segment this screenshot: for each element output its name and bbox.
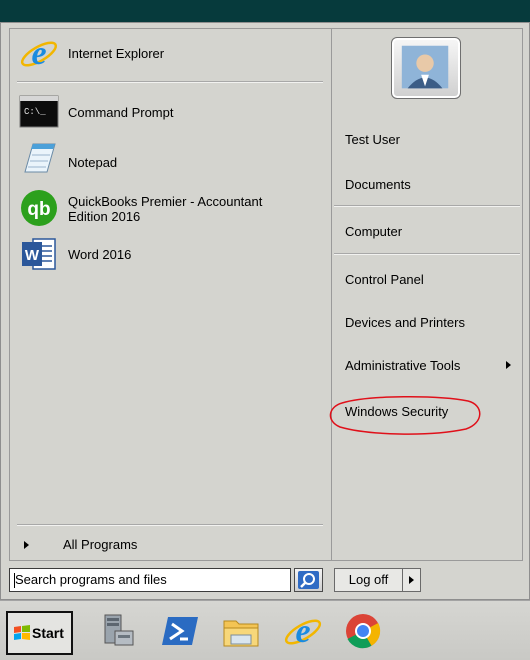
triangle-right-icon [409, 576, 414, 584]
powershell-icon[interactable] [160, 611, 200, 651]
pinned-notepad[interactable]: Notepad [10, 134, 330, 182]
test-user-link[interactable]: Test User [345, 132, 400, 148]
pinned-label: QuickBooks Premier - Accountant Edition … [68, 194, 263, 224]
pinned-label: Internet Explorer [68, 46, 165, 61]
chrome-icon[interactable] [343, 611, 383, 651]
highlight-circle [329, 396, 481, 435]
documents-link[interactable]: Documents [345, 177, 411, 193]
svg-text:qb: qb [27, 199, 50, 220]
pinned-internet-explorer[interactable]: e Internet Explorer [10, 31, 330, 75]
search-button[interactable] [294, 568, 323, 592]
pinned-command-prompt[interactable]: C:\_ Command Prompt [10, 90, 330, 134]
user-icon [401, 45, 449, 89]
pinned-label: Word 2016 [68, 247, 132, 262]
devices-and-printers-link[interactable]: Devices and Printers [345, 315, 465, 331]
taskbar: Start e [0, 600, 530, 660]
start-button[interactable]: Start [6, 611, 73, 655]
administrative-tools-link[interactable]: Administrative Tools [332, 349, 521, 385]
internet-explorer-icon[interactable]: e [283, 611, 323, 651]
divider [334, 206, 520, 207]
computer-link[interactable]: Computer [345, 224, 402, 240]
file-explorer-icon[interactable] [221, 611, 261, 651]
all-programs-button[interactable]: All Programs [10, 533, 330, 557]
top-bar [0, 0, 530, 22]
user-avatar[interactable] [391, 37, 461, 99]
svg-text:W: W [25, 247, 40, 264]
pinned-label: Command Prompt [68, 105, 174, 120]
server-manager-icon[interactable] [97, 611, 137, 651]
submenu-arrow-icon [506, 361, 511, 369]
all-programs-label: All Programs [63, 537, 138, 552]
start-menu: e Internet Explorer C:\_ Command Prompt [0, 22, 530, 600]
pinned-word[interactable]: W Word 2016 [10, 232, 330, 276]
svg-text:C:\_: C:\_ [24, 107, 46, 117]
command-prompt-icon: C:\_ [19, 95, 59, 128]
quickbooks-icon: qb [21, 190, 57, 226]
divider [17, 525, 323, 526]
windows-logo-icon [14, 625, 30, 640]
pinned-quickbooks[interactable]: qb QuickBooks Premier - Accountant Editi… [10, 182, 330, 230]
shutdown-options-button[interactable] [403, 568, 421, 592]
search-icon [298, 571, 319, 589]
triangle-right-icon [24, 541, 29, 549]
start-label: Start [32, 625, 64, 641]
log-off-button[interactable]: Log off [334, 568, 403, 592]
control-panel-link[interactable]: Control Panel [345, 272, 424, 288]
word-icon: W [22, 238, 56, 270]
places-pane: Test User Documents Computer Control Pan… [329, 28, 523, 561]
divider [17, 82, 323, 83]
svg-text:e: e [295, 613, 310, 650]
administrative-tools-label: Administrative Tools [345, 358, 461, 373]
search-input[interactable]: Search programs and files [9, 568, 291, 592]
notepad-icon [24, 143, 56, 173]
divider [334, 254, 520, 255]
programs-pane: e Internet Explorer C:\_ Command Prompt [9, 28, 332, 561]
svg-text:e: e [31, 35, 46, 72]
pinned-label: Notepad [68, 155, 118, 170]
internet-explorer-icon: e [20, 35, 58, 72]
